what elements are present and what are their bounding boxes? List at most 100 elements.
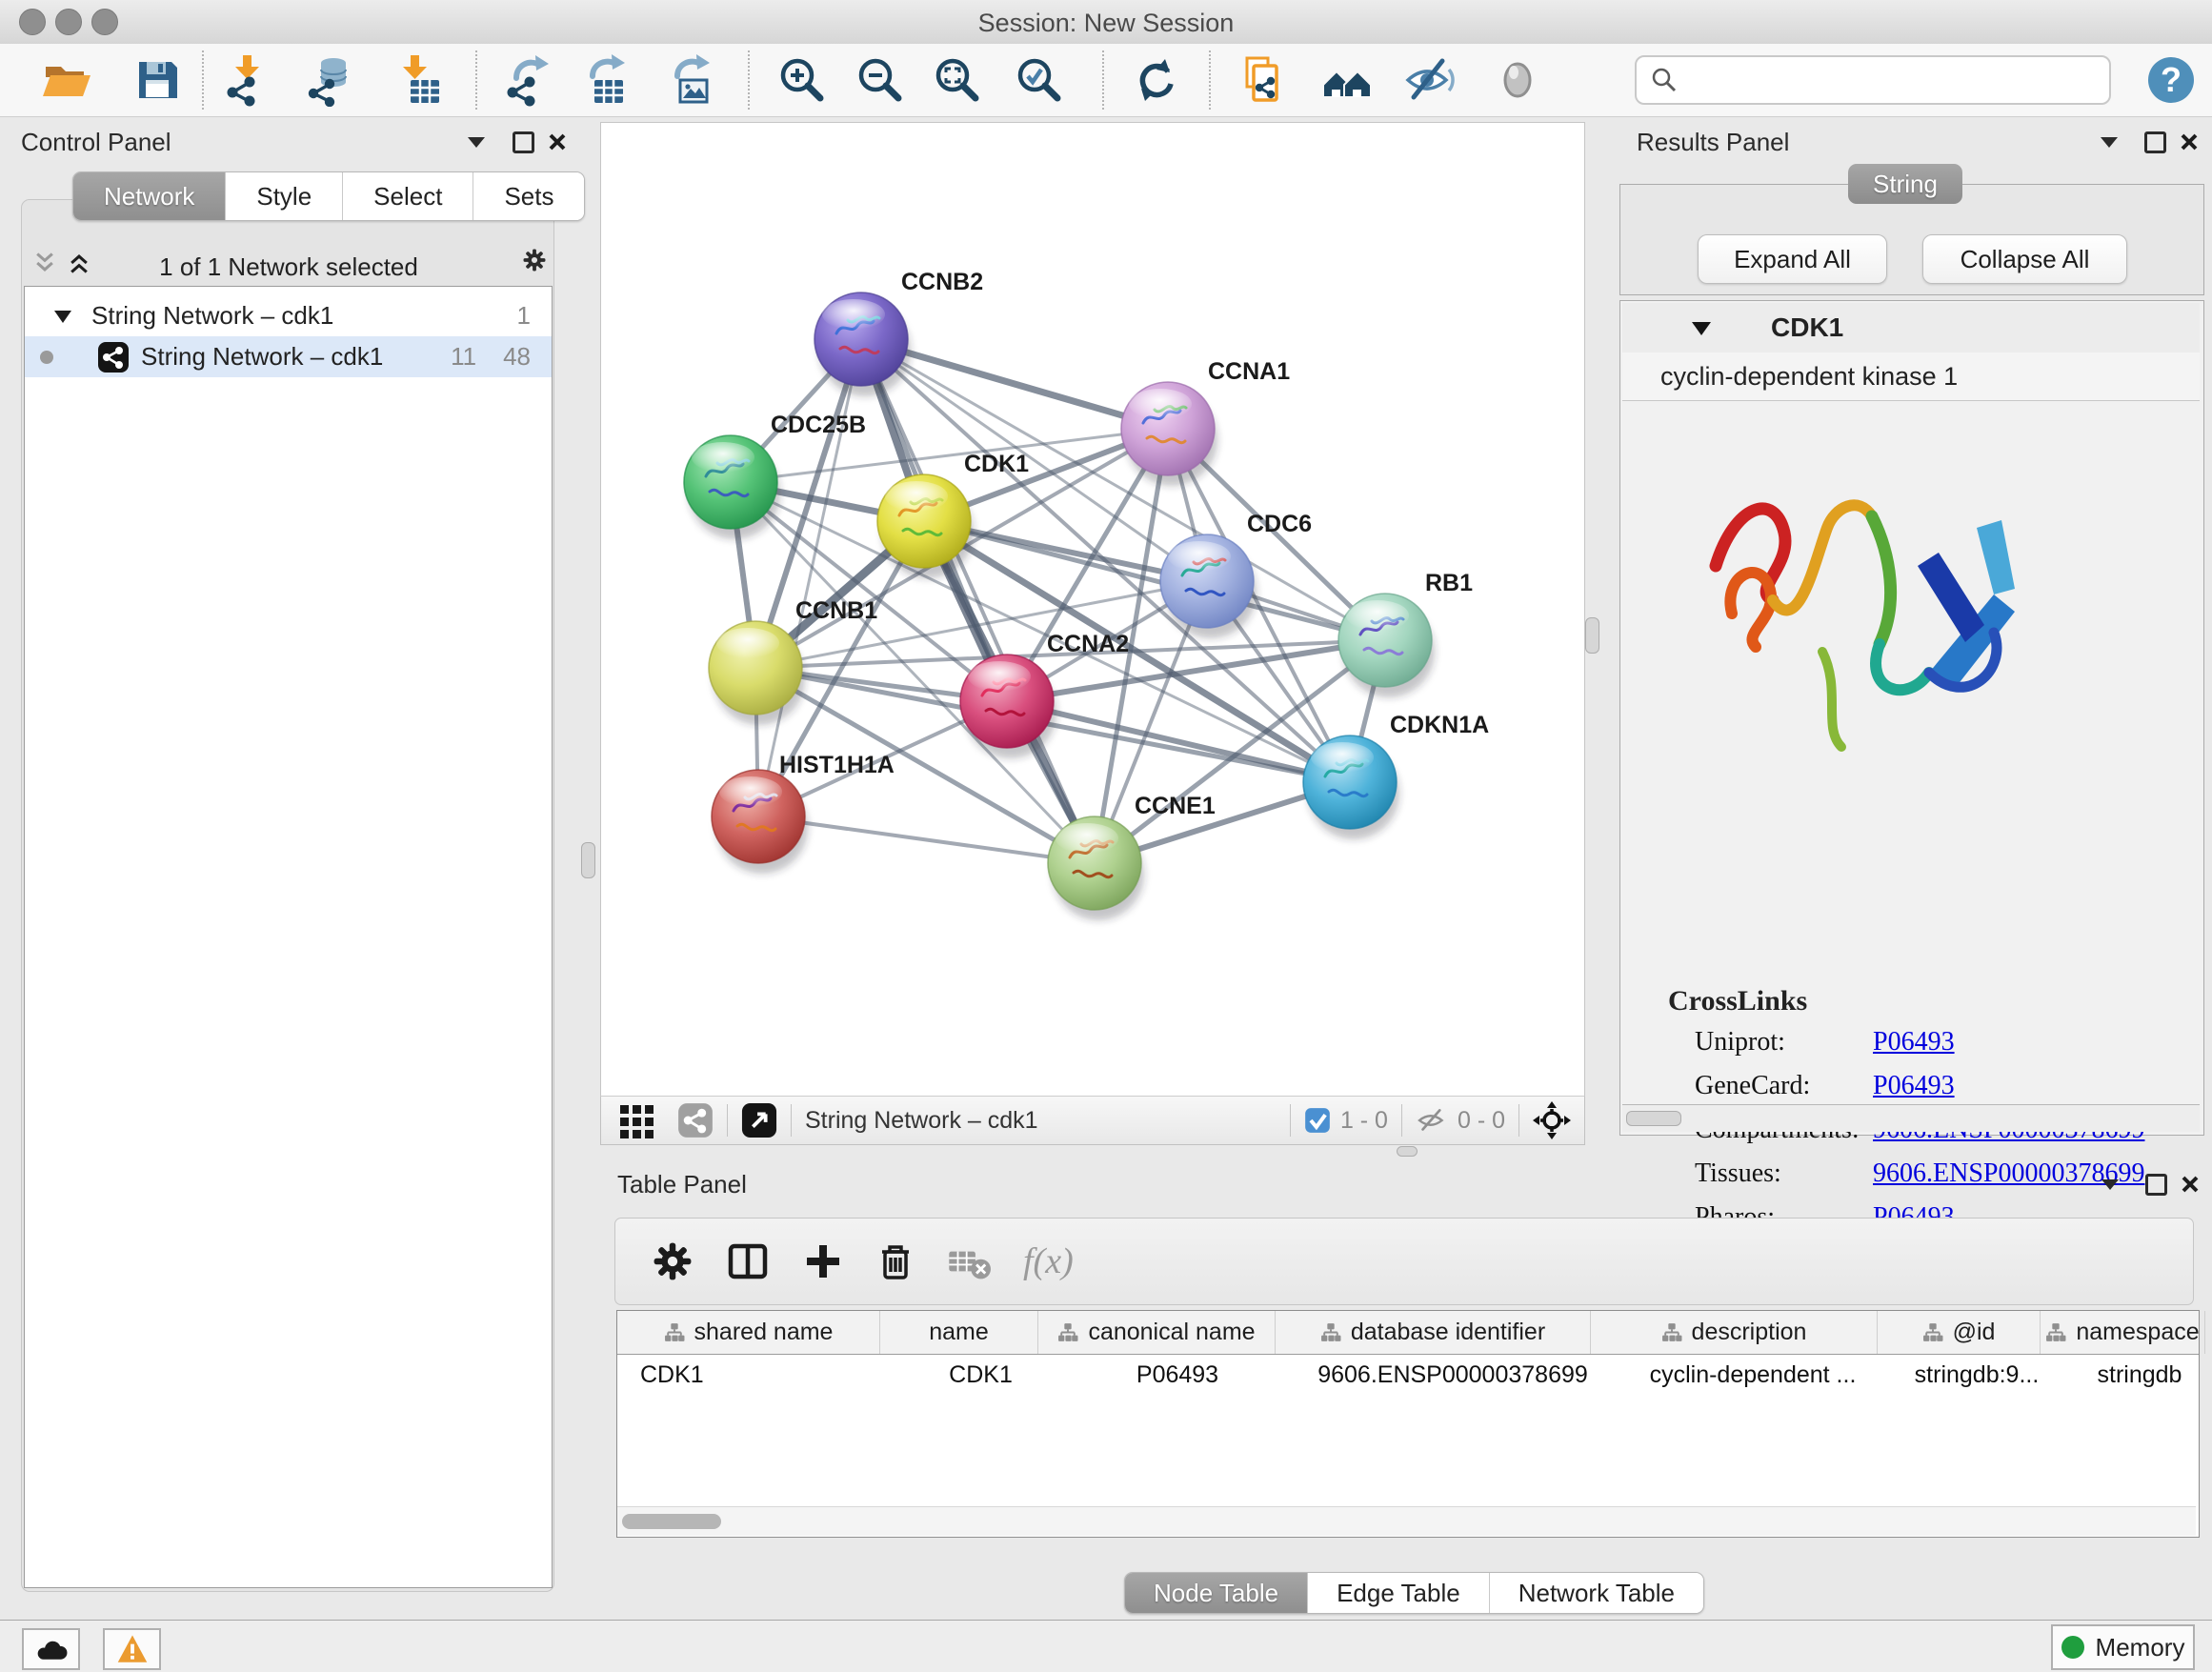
column-tree-icon: [1661, 1322, 1682, 1342]
tab-network-table[interactable]: Network Table: [1489, 1573, 1703, 1613]
collection-expand-arrow-icon[interactable]: [53, 309, 72, 324]
column-header-description[interactable]: description: [1591, 1311, 1878, 1354]
table-hscroll-thumb[interactable]: [622, 1514, 721, 1529]
zoom-selected-button[interactable]: [1011, 52, 1066, 108]
open-session-button[interactable]: [39, 52, 94, 108]
crosslink-value-link[interactable]: P06493: [1873, 1027, 1955, 1058]
network-node-CDC6[interactable]: CDC6: [1160, 511, 1312, 638]
control-panel-float-icon[interactable]: [511, 130, 535, 154]
expand-all-button[interactable]: Expand All: [1698, 234, 1887, 284]
show-all-networks-button[interactable]: [1319, 52, 1375, 108]
column-header-label: namespace: [2076, 1319, 2199, 1346]
crosslink-value-link[interactable]: P06493: [1873, 1071, 1955, 1101]
results-panel-collapse-icon[interactable]: [2097, 130, 2122, 154]
import-network-from-file-button[interactable]: [220, 52, 275, 108]
birdseye-view-icon[interactable]: [741, 1102, 777, 1138]
right-splitter-handle[interactable]: [1585, 617, 1599, 654]
tab-select[interactable]: Select: [342, 172, 473, 220]
network-node-RB1[interactable]: RB1: [1338, 570, 1473, 697]
apply-layout-button[interactable]: [1128, 52, 1183, 108]
export-image-button[interactable]: [663, 52, 718, 108]
cloud-status-button[interactable]: [22, 1628, 80, 1670]
network-canvas[interactable]: CCNB2CCNA1CDC25BCDK1CDC6RB1CCNB1CCNA2CDK…: [600, 122, 1585, 1098]
help-button[interactable]: ?: [2143, 52, 2199, 108]
selected-checkbox-icon[interactable]: [1304, 1107, 1331, 1134]
clear-table-icon: [947, 1242, 991, 1280]
column-header-database-identifier[interactable]: database identifier: [1276, 1311, 1591, 1354]
import-network-icon: [221, 53, 274, 107]
column-header-shared-name[interactable]: shared name: [617, 1311, 880, 1354]
share-view-icon[interactable]: [677, 1102, 714, 1138]
export-network-button[interactable]: [500, 52, 555, 108]
delete-column-icon[interactable]: [875, 1240, 916, 1282]
column-header-label: canonical name: [1088, 1319, 1255, 1346]
table-panel-close-icon[interactable]: [2178, 1172, 2202, 1197]
network-node-HIST1H1A[interactable]: HIST1H1A: [712, 752, 895, 874]
results-panel-close-icon[interactable]: [2177, 130, 2202, 154]
control-panel-collapse-icon[interactable]: [464, 130, 489, 154]
gene-header-row[interactable]: CDK1: [1622, 303, 2200, 353]
add-column-icon[interactable]: [802, 1240, 844, 1282]
network-row-selected[interactable]: String Network – cdk1 11 48: [25, 336, 552, 377]
left-splitter-handle[interactable]: [581, 842, 595, 878]
network-options-gear-icon[interactable]: [522, 248, 547, 272]
network-node-CCNA1[interactable]: CCNA1: [1121, 358, 1290, 486]
gene-expand-arrow-icon[interactable]: [1691, 320, 1712, 336]
hidden-eye-icon[interactable]: [1416, 1108, 1448, 1133]
results-hscrollbar[interactable]: [1622, 1104, 2200, 1132]
column-header-namespace[interactable]: namespace: [2041, 1311, 2205, 1354]
database-import-icon: [303, 53, 356, 107]
tab-network[interactable]: Network: [73, 172, 225, 220]
table-hscrollbar[interactable]: [617, 1506, 2196, 1536]
tab-node-table[interactable]: Node Table: [1125, 1573, 1307, 1613]
column-header--id[interactable]: @id: [1878, 1311, 2041, 1354]
network-node-CDKN1A[interactable]: CDKN1A: [1303, 712, 1489, 839]
network-node-CCNB1[interactable]: CCNB1: [709, 597, 877, 725]
zoom-in-icon: [774, 53, 828, 107]
tab-edge-table[interactable]: Edge Table: [1307, 1573, 1489, 1613]
collapse-all-button[interactable]: Collapse All: [1922, 234, 2127, 284]
zoom-out-button[interactable]: [852, 52, 907, 108]
grid-view-icon[interactable]: [618, 1101, 656, 1139]
network-node-CDC25B[interactable]: CDC25B: [684, 412, 866, 539]
hide-graphics-details-button[interactable]: [1401, 52, 1457, 108]
tab-string[interactable]: String: [1848, 164, 1962, 204]
memory-button[interactable]: Memory: [2051, 1624, 2195, 1670]
column-header-canonical-name[interactable]: canonical name: [1038, 1311, 1276, 1354]
table-gear-icon[interactable]: [652, 1240, 694, 1282]
control-panel-close-icon[interactable]: [545, 130, 570, 154]
expand-all-networks-icon[interactable]: [67, 251, 91, 275]
network-from-selection-button[interactable]: [1235, 52, 1290, 108]
import-table-icon: [392, 53, 445, 107]
fit-content-crosshair-icon[interactable]: [1533, 1101, 1571, 1139]
warnings-button[interactable]: [103, 1628, 161, 1670]
network-collection-row[interactable]: String Network – cdk1 1: [25, 295, 552, 336]
network-node-CDK1[interactable]: CDK1: [877, 451, 1029, 578]
search-input[interactable]: [1686, 66, 2109, 94]
results-panel-float-icon[interactable]: [2142, 130, 2167, 154]
show-graphics-details-button[interactable]: [1490, 52, 1545, 108]
import-network-from-database-button[interactable]: [302, 52, 357, 108]
node-label: CCNA1: [1208, 358, 1290, 385]
zoom-in-button[interactable]: [774, 52, 829, 108]
table-row[interactable]: CDK1CDK1P064939606.ENSP00000378699cyclin…: [617, 1355, 2199, 1395]
tab-style[interactable]: Style: [225, 172, 342, 220]
export-table-button[interactable]: [578, 52, 633, 108]
network-list: String Network – cdk1 1 String Network –…: [24, 286, 553, 1588]
network-graph[interactable]: CCNB2CCNA1CDC25BCDK1CDC6RB1CCNB1CCNA2CDK…: [601, 123, 1584, 1097]
network-node-CCNB2[interactable]: CCNB2: [814, 269, 983, 396]
table-panel-float-icon[interactable]: [2143, 1172, 2168, 1197]
show-columns-icon[interactable]: [726, 1240, 770, 1282]
import-table-from-file-button[interactable]: [391, 52, 446, 108]
tab-sets[interactable]: Sets: [473, 172, 584, 220]
zoom-fit-button[interactable]: [929, 52, 984, 108]
network-edge[interactable]: [1007, 701, 1350, 782]
collapse-all-networks-icon[interactable]: [32, 251, 57, 275]
table-panel-collapse-icon[interactable]: [2098, 1172, 2122, 1197]
memory-status-dot: [2061, 1636, 2084, 1659]
save-session-button[interactable]: [130, 52, 185, 108]
window-title: Session: New Session: [0, 9, 2212, 38]
column-header-name[interactable]: name: [880, 1311, 1038, 1354]
network-edge-count: 48: [503, 342, 531, 372]
network-edge[interactable]: [758, 816, 1095, 863]
